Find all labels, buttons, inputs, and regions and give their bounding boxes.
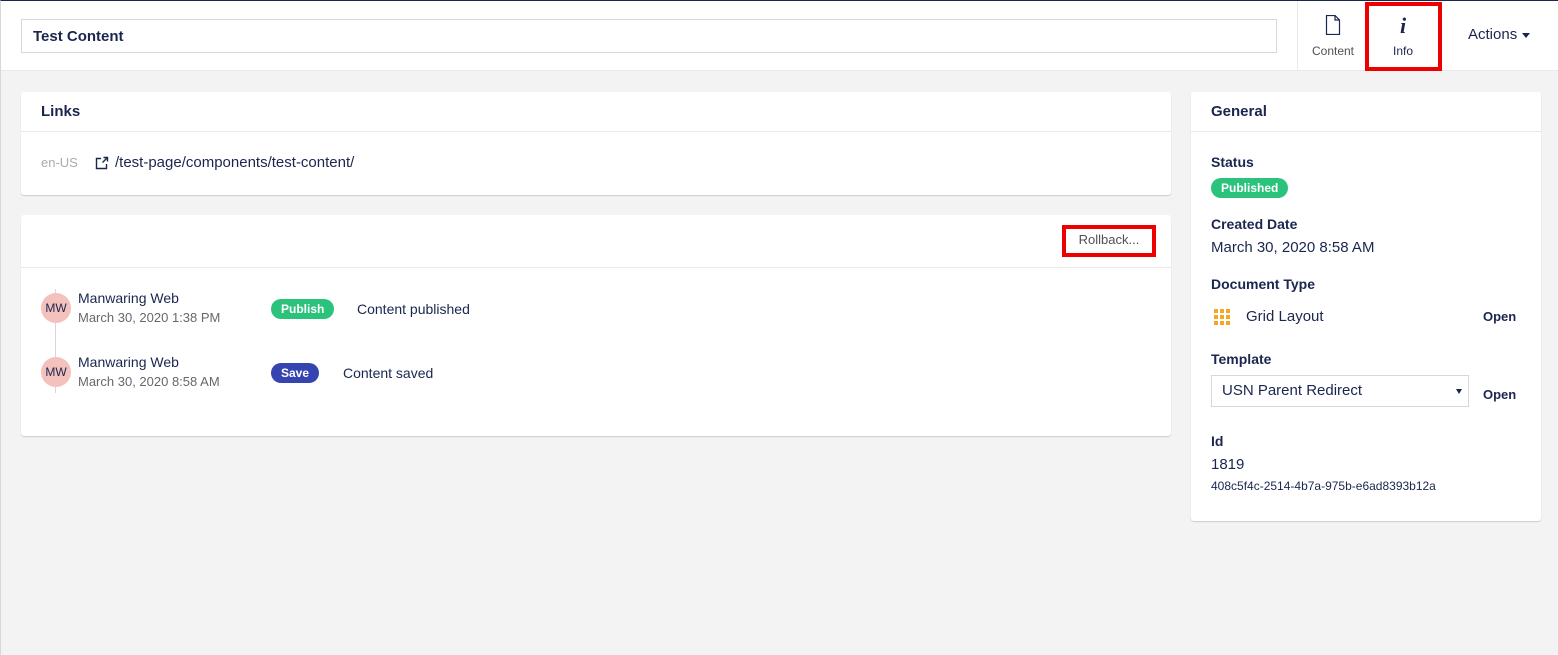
grid-icon	[1214, 309, 1230, 325]
document-icon	[1325, 15, 1341, 35]
content-name-input[interactable]	[21, 19, 1277, 53]
id-value: 1819	[1211, 456, 1245, 473]
history-date: March 30, 2020 8:58 AM	[78, 374, 220, 389]
avatar: MW	[41, 357, 71, 387]
template-select[interactable]: USN Parent Redirect	[1211, 375, 1469, 407]
status-label: Status	[1211, 154, 1254, 170]
link-row: en-US /test-page/components/test-content…	[41, 154, 354, 171]
actions-label: Actions	[1468, 26, 1518, 43]
links-card: Links en-US /test-page/components/test-c…	[21, 92, 1171, 195]
template-selected-value: USN Parent Redirect	[1222, 382, 1363, 399]
rollback-button[interactable]: Rollback...	[1066, 229, 1152, 251]
history-toolbar: Rollback...	[21, 215, 1171, 268]
content-url-link[interactable]: /test-page/components/test-content/	[115, 154, 354, 171]
history-user: Manwaring Web	[78, 354, 179, 370]
history-user: Manwaring Web	[78, 290, 179, 306]
open-template-link[interactable]: Open	[1483, 387, 1516, 402]
history-item: MW Manwaring Web March 30, 2020 1:38 PM …	[41, 287, 1141, 327]
open-document-type-link[interactable]: Open	[1483, 309, 1516, 324]
guid-value: 408c5f4c-2514-4b7a-975b-e6ad8393b12a	[1211, 479, 1436, 493]
tab-info-label: Info	[1392, 44, 1413, 58]
document-type-label: Document Type	[1211, 276, 1315, 292]
template-label: Template	[1211, 351, 1272, 367]
external-link-icon	[95, 156, 109, 169]
links-title: Links	[21, 92, 1171, 132]
chevron-down-icon	[1456, 389, 1462, 394]
id-label: Id	[1211, 433, 1224, 449]
created-date-value: March 30, 2020 8:58 AM	[1211, 239, 1375, 256]
avatar: MW	[41, 293, 71, 323]
publish-badge: Publish	[271, 299, 335, 319]
history-message: Content published	[357, 301, 470, 317]
history-message: Content saved	[343, 365, 434, 381]
status-badge: Published	[1211, 178, 1289, 198]
tab-content-label: Content	[1311, 44, 1355, 58]
document-type-value: Grid Layout	[1246, 308, 1324, 325]
created-date-label: Created Date	[1211, 216, 1298, 232]
editor-header: Content i Info Actions	[1, 1, 1558, 71]
history-date: March 30, 2020 1:38 PM	[78, 310, 221, 325]
actions-dropdown[interactable]: Actions	[1468, 26, 1531, 43]
culture-label: en-US	[41, 155, 78, 170]
caret-down-icon	[1522, 32, 1531, 38]
history-item: MW Manwaring Web March 30, 2020 8:58 AM …	[41, 351, 1141, 391]
history-card: Rollback... MW Manwaring Web March 30, 2…	[21, 215, 1171, 436]
save-badge: Save	[271, 363, 320, 383]
general-title: General	[1191, 92, 1541, 132]
tab-content[interactable]: Content	[1298, 1, 1368, 71]
tab-info[interactable]: i Info	[1368, 1, 1438, 71]
info-icon: i	[1399, 13, 1407, 38]
general-card: General Status Published Created Date Ma…	[1191, 92, 1541, 521]
